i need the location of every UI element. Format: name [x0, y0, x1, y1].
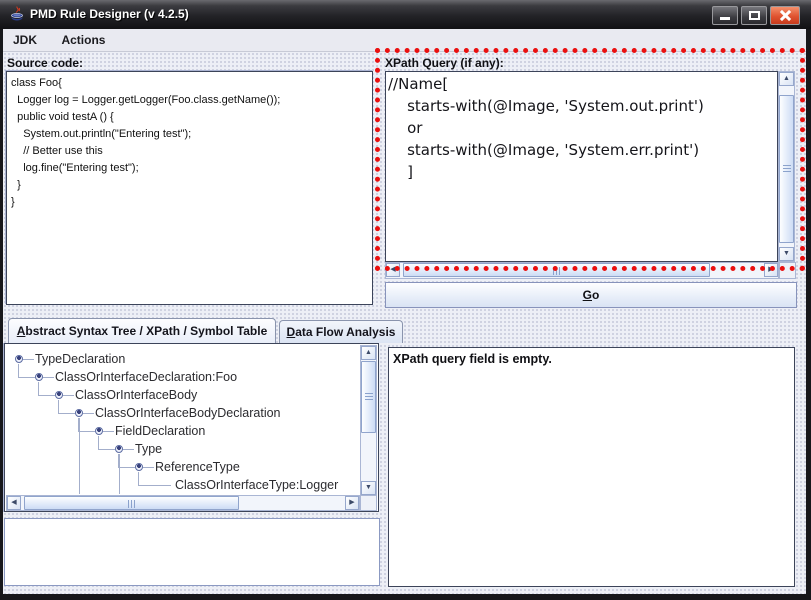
scrollbar-thumb[interactable] — [403, 263, 710, 277]
scrollbar-thumb[interactable] — [361, 361, 376, 433]
scrollbar-corner — [779, 262, 796, 279]
tree-connector — [43, 377, 54, 378]
menubar: JDK Actions — [3, 29, 806, 52]
tab-label: bstract Syntax Tree / XPath / Symbol Tab… — [25, 324, 267, 338]
tree-connector — [58, 400, 75, 414]
tab-abstract-syntax-tree[interactable]: Abstract Syntax Tree / XPath / Symbol Ta… — [8, 318, 276, 343]
query-line: or — [388, 117, 775, 139]
scroll-down-button[interactable]: ▼ — [361, 481, 376, 495]
xpath-horizontal-scrollbar[interactable]: ◀ ▶ — [385, 262, 779, 279]
code-line: log.fine("Entering test"); — [11, 160, 368, 177]
scroll-up-icon: ▲ — [783, 75, 790, 82]
tree-expand-handle-icon[interactable] — [135, 463, 143, 471]
minimize-icon — [720, 17, 730, 20]
scroll-up-button[interactable]: ▲ — [361, 346, 376, 360]
scroll-down-button[interactable]: ▼ — [779, 247, 794, 261]
xpath-result-panel: XPath query field is empty. — [388, 347, 795, 587]
scroll-left-button[interactable]: ◀ — [7, 496, 21, 510]
ast-tree-panel: TypeDeclaration ClassOrInterfaceDeclarat… — [4, 343, 379, 512]
scroll-left-icon: ◀ — [11, 499, 16, 506]
tree-connector — [143, 467, 154, 468]
code-line: } — [11, 177, 368, 194]
go-button-mnemonic: G — [583, 288, 592, 302]
titlebar: PMD Rule Designer (v 4.2.5) — [0, 0, 811, 29]
tree-connector — [63, 395, 74, 396]
tree-connector — [118, 454, 135, 468]
scroll-left-icon: ◀ — [390, 266, 395, 273]
code-line: class Foo{ — [11, 75, 368, 92]
scroll-right-button[interactable]: ▶ — [345, 496, 359, 510]
xpath-result-message: XPath query field is empty. — [393, 352, 790, 366]
scrollbar-thumb[interactable] — [24, 496, 239, 510]
tree-expand-handle-icon[interactable] — [95, 427, 103, 435]
query-line: starts-with(@Image, 'System.out.print') — [388, 95, 775, 117]
scroll-right-icon: ▶ — [349, 499, 354, 506]
tree-expand-handle-icon[interactable] — [115, 445, 123, 453]
query-line: starts-with(@Image, 'System.err.print') — [388, 139, 775, 161]
tree-expand-handle-icon[interactable] — [35, 373, 43, 381]
tree-node[interactable]: ClassOrInterfaceBody — [75, 387, 197, 403]
tree-horizontal-scrollbar[interactable]: ◀ ▶ — [6, 495, 360, 511]
tab-data-flow-analysis[interactable]: Data Flow Analysis — [279, 320, 403, 343]
xpath-vertical-scrollbar[interactable]: ▲ ▼ — [778, 71, 795, 262]
scroll-left-button[interactable]: ◀ — [386, 263, 400, 277]
maximize-button[interactable] — [741, 6, 767, 25]
bottom-left-panel — [4, 518, 380, 586]
close-button[interactable] — [770, 6, 800, 25]
tree-node[interactable]: Type — [135, 441, 162, 457]
tree-connector — [78, 418, 95, 432]
tree-connector — [123, 449, 134, 450]
minimize-button[interactable] — [712, 6, 738, 25]
scroll-right-icon: ▶ — [768, 266, 773, 273]
tree-node[interactable]: ClassOrInterfaceType:Logger — [175, 477, 338, 493]
scroll-down-icon: ▼ — [365, 484, 372, 491]
code-line: // Better use this — [11, 143, 368, 160]
maximize-icon — [749, 11, 760, 20]
query-line: //Name[ — [388, 73, 775, 95]
tree-connector — [23, 359, 34, 360]
tree-node[interactable]: TypeDeclaration — [35, 351, 125, 367]
tree-connector — [98, 436, 115, 450]
tree-expand-handle-icon[interactable] — [75, 409, 83, 417]
query-line: ] — [388, 161, 775, 183]
tree-vertical-scrollbar[interactable]: ▲ ▼ — [360, 345, 377, 496]
scroll-down-icon: ▼ — [783, 250, 790, 257]
code-line: public void testA () { — [11, 109, 368, 126]
source-code-label: Source code: — [7, 56, 83, 70]
scroll-up-button[interactable]: ▲ — [779, 72, 794, 86]
tree-connector — [138, 472, 171, 486]
source-code-textarea[interactable]: class Foo{ Logger log = Logger.getLogger… — [6, 71, 373, 305]
window-title: PMD Rule Designer (v 4.2.5) — [30, 0, 189, 28]
code-line: Logger log = Logger.getLogger(Foo.class.… — [11, 92, 368, 109]
tree-connector — [38, 382, 55, 396]
tree-expand-handle-icon[interactable] — [15, 355, 23, 363]
app-window: PMD Rule Designer (v 4.2.5) JDK Actions … — [0, 0, 811, 600]
tree-connector — [103, 431, 114, 432]
java-icon — [8, 5, 26, 23]
tree-node[interactable]: ClassOrInterfaceDeclaration:Foo — [55, 369, 237, 385]
tree-connector — [83, 413, 94, 414]
tree-node[interactable]: FieldDeclaration — [115, 423, 205, 439]
menu-jdk[interactable]: JDK — [3, 29, 47, 51]
xpath-query-textarea[interactable]: //Name[ starts-with(@Image, 'System.out.… — [385, 71, 778, 262]
tree-expand-handle-icon[interactable] — [55, 391, 63, 399]
xpath-query-label: XPath Query (if any): — [385, 56, 504, 70]
go-button-label: o — [592, 288, 599, 302]
scrollbar-thumb[interactable] — [779, 95, 794, 243]
tree-connector — [18, 364, 35, 378]
tab-mnemonic: D — [287, 325, 296, 339]
code-line: System.out.println("Entering test"); — [11, 126, 368, 143]
close-icon — [780, 10, 791, 21]
code-line: } — [11, 194, 368, 211]
menu-actions[interactable]: Actions — [51, 29, 115, 51]
tree-node[interactable]: ClassOrInterfaceBodyDeclaration — [95, 405, 281, 421]
tab-label: ata Flow Analysis — [295, 325, 395, 339]
scroll-up-icon: ▲ — [365, 349, 372, 356]
scrollbar-corner — [360, 495, 377, 511]
go-button[interactable]: Go — [385, 282, 797, 308]
scroll-right-button[interactable]: ▶ — [764, 263, 778, 277]
